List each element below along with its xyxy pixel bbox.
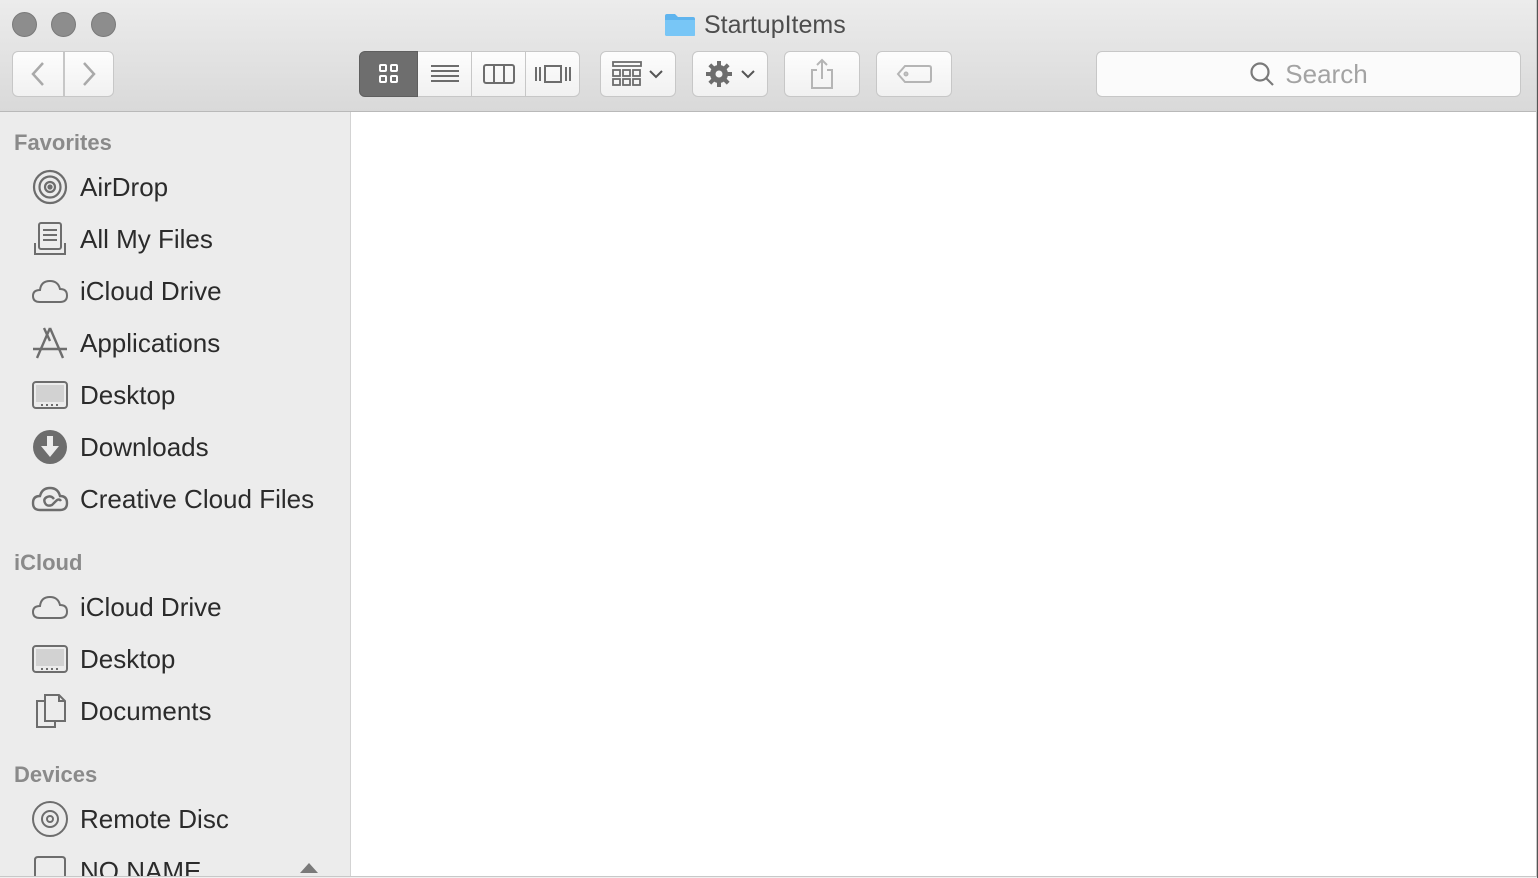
finder-window: StartupItems Search Favorites AirDrop Al… (0, 0, 1537, 877)
icon-view-button[interactable] (359, 51, 418, 97)
cloud-icon (30, 271, 70, 311)
window-title: StartupItems (664, 8, 846, 42)
eject-icon[interactable] (300, 863, 318, 873)
tag-icon (896, 65, 932, 83)
sidebar-section-devices: Devices (14, 762, 98, 787)
all-my-files-icon (30, 219, 70, 259)
share-icon (811, 58, 833, 89)
sidebar-item-label: NO NAME (80, 855, 202, 877)
cloud-icon (30, 587, 70, 627)
airdrop-icon (30, 167, 70, 207)
zoom-window-button[interactable] (91, 12, 116, 37)
drive-icon (30, 851, 70, 876)
list-view-button[interactable] (418, 51, 472, 97)
chevron-down-icon (649, 70, 663, 79)
desktop-icon (30, 639, 70, 679)
sidebar-item-label: AirDrop (80, 171, 169, 202)
action-button[interactable] (692, 51, 768, 97)
sidebar-item-icloud-desktop[interactable]: Desktop (0, 635, 350, 683)
applications-icon (30, 323, 70, 363)
gear-icon (706, 61, 732, 87)
search-placeholder: Search (1285, 58, 1368, 89)
close-window-button[interactable] (12, 12, 37, 37)
back-button[interactable] (12, 51, 64, 97)
sidebar: Favorites AirDrop All My Files iCloud Dr… (0, 112, 351, 877)
minimize-window-button[interactable] (51, 12, 76, 37)
cover-flow-view-button[interactable] (526, 51, 580, 97)
sidebar-item-label: iCloud Drive (80, 275, 222, 306)
forward-button[interactable] (64, 51, 114, 97)
sidebar-item-label: Creative Cloud Files (80, 483, 315, 514)
share-button[interactable] (784, 51, 860, 97)
chevron-down-icon (741, 70, 755, 79)
sidebar-item-label: iCloud Drive (80, 591, 222, 622)
sidebar-section-icloud: iCloud (14, 550, 83, 575)
documents-icon (30, 691, 70, 731)
cover-flow-icon (534, 65, 571, 83)
sidebar-item-label: Remote Disc (80, 803, 229, 834)
downloads-icon (30, 427, 70, 467)
columns-icon (482, 64, 515, 84)
sidebar-item-label: Desktop (80, 643, 176, 674)
sidebar-item-all-my-files[interactable]: All My Files (0, 215, 350, 263)
title-bar: StartupItems Search (0, 0, 1536, 112)
search-icon (1250, 62, 1275, 86)
window-title-text: StartupItems (704, 10, 846, 39)
sidebar-section-favorites: Favorites (14, 130, 112, 155)
file-browser-content[interactable] (351, 112, 1536, 876)
sidebar-item-no-name[interactable]: NO NAME (0, 847, 350, 877)
arrange-button[interactable] (600, 51, 676, 97)
sidebar-item-documents[interactable]: Documents (0, 687, 350, 735)
chevron-right-icon (83, 62, 96, 86)
grid-icon (378, 64, 398, 83)
disc-icon (30, 799, 70, 839)
folder-icon (665, 14, 695, 36)
sidebar-item-downloads[interactable]: Downloads (0, 423, 350, 471)
sidebar-item-label: Downloads (80, 431, 209, 462)
sidebar-item-airdrop[interactable]: AirDrop (0, 163, 350, 211)
tags-button[interactable] (876, 51, 952, 97)
arrange-grid-icon (612, 61, 642, 86)
sidebar-item-label: Applications (80, 327, 221, 358)
sidebar-item-applications[interactable]: Applications (0, 319, 350, 367)
desktop-icon (30, 375, 70, 415)
sidebar-item-desktop[interactable]: Desktop (0, 371, 350, 419)
sidebar-item-label: Documents (80, 695, 212, 726)
column-view-button[interactable] (472, 51, 526, 97)
sidebar-item-icloud-drive[interactable]: iCloud Drive (0, 267, 350, 315)
sidebar-item-label: Desktop (80, 379, 176, 410)
sidebar-item-creative-cloud-files[interactable]: Creative Cloud Files (0, 475, 350, 523)
chevron-left-icon (31, 62, 44, 86)
sidebar-item-label: All My Files (80, 223, 213, 254)
sidebar-item-icloud-drive-2[interactable]: iCloud Drive (0, 583, 350, 631)
creative-cloud-icon (30, 479, 70, 519)
search-field[interactable]: Search (1096, 51, 1521, 97)
list-icon (430, 65, 459, 82)
sidebar-item-remote-disc[interactable]: Remote Disc (0, 795, 350, 843)
